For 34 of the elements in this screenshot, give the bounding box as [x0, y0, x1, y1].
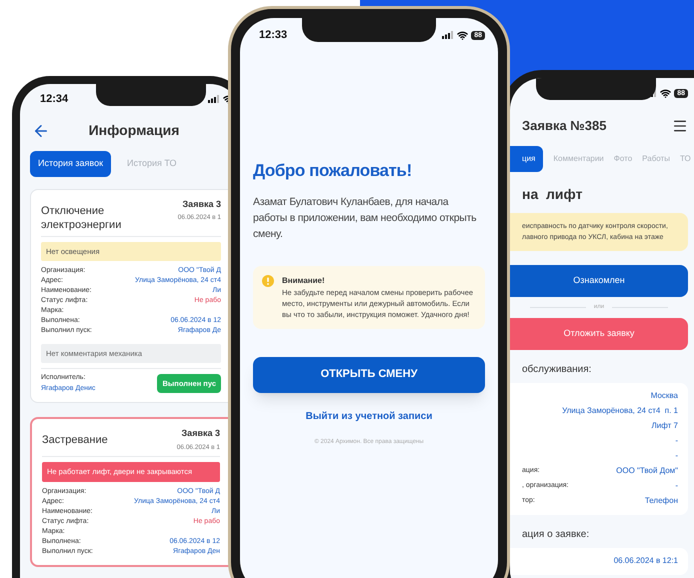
card-title: Застревание [42, 433, 109, 447]
welcome-title: Добро пожаловать! [253, 160, 413, 182]
request-number: Заявка 3 [182, 427, 220, 440]
card-title: Отключение электроэнергии [41, 204, 122, 232]
field-value: - [675, 450, 678, 462]
screen-title: Информация [88, 121, 180, 140]
logout-link[interactable]: Выйти из учетной записи [306, 408, 432, 424]
field-value: 06.06.2024 в 12:1 [614, 555, 678, 567]
tab[interactable]: Фото [614, 146, 632, 172]
field-value: - [675, 480, 678, 492]
request-number: Заявка 3 [182, 198, 221, 210]
tab[interactable]: ТО [680, 146, 691, 172]
postpone-button[interactable]: Отложить заявку [510, 318, 688, 350]
section-title: ация о заявке: [521, 528, 590, 542]
section-title: обслуживания: [521, 362, 592, 376]
tab[interactable]: История заявок [30, 151, 112, 176]
status-time: 12:33 [259, 28, 288, 43]
welcome-text: Азамат Булатович Куланбаев, для начала работы в приложении, вам необходимо открыть смену. [253, 194, 478, 242]
tab[interactable]: Работы [642, 146, 670, 172]
tab[interactable]: Комментарии [553, 146, 604, 172]
field-value: Улица Заморёнова, 24 ст4 п. 1 [562, 405, 678, 417]
tab[interactable]: История ТО [119, 151, 185, 176]
tab[interactable]: ция [510, 146, 544, 172]
open-shift-button[interactable]: ОТКРЫТЬ СМЕНУ [253, 356, 485, 392]
field-value: Телефон [644, 495, 678, 507]
notice-title: Внимание! [282, 274, 326, 286]
field-value: ООО "Твой Дом" [616, 465, 678, 477]
status-time: 12:34 [40, 92, 68, 107]
acknowledge-button[interactable]: Ознакомлен [510, 264, 688, 296]
request-heading: на лифт [521, 184, 584, 204]
field-value: Лифт 7 [652, 420, 678, 432]
field-value: Москва [650, 390, 678, 402]
field-value: - [675, 435, 678, 447]
screen-title: Заявка №385 [522, 117, 606, 135]
